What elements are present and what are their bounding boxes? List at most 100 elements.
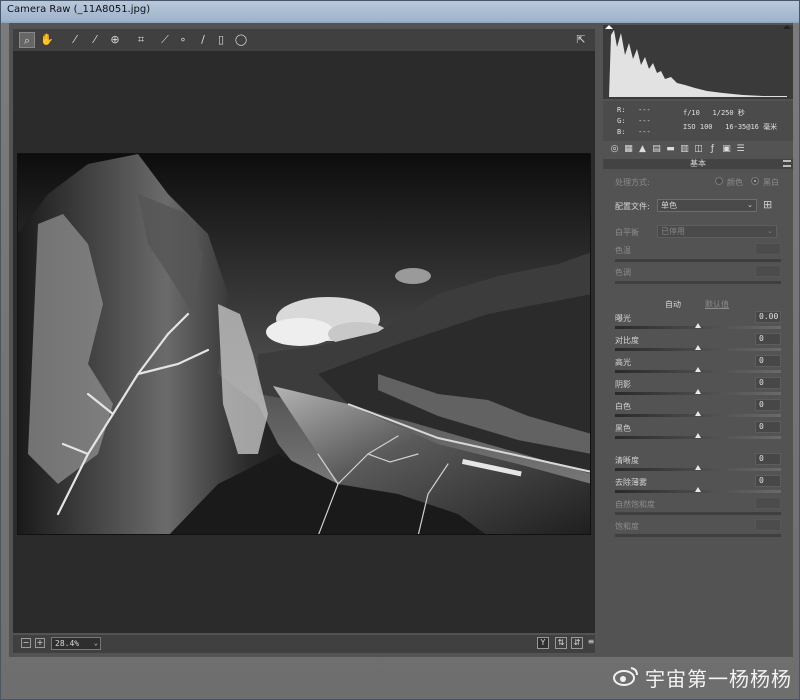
shutter-value: 1/250 秒 <box>712 109 745 117</box>
tab-split-toning-icon[interactable]: ▬ <box>665 143 676 155</box>
slider-thumb[interactable] <box>695 345 701 350</box>
slider-thumb[interactable] <box>695 433 701 438</box>
profile-value: 单色 <box>661 201 677 210</box>
tab-presets-icon[interactable]: ☰ <box>735 143 746 155</box>
panel-tabs: ◎ ▦ ▲ ▤ ▬ ▥ ◫ ƒ ▣ ☰ <box>605 143 791 157</box>
slider-value-field[interactable] <box>755 497 781 509</box>
zoom-tool-icon[interactable]: ⌕ <box>19 32 35 48</box>
slider-label: 去除薄雾 <box>615 478 647 487</box>
tint-label: 色调 <box>615 268 631 277</box>
preview-photo[interactable] <box>17 153 591 535</box>
slider-value-field[interactable]: 0 <box>755 453 781 465</box>
zoom-in-button[interactable]: + <box>35 638 45 648</box>
profile-label: 配置文件: <box>615 202 650 211</box>
tab-hsl-icon[interactable]: ▤ <box>651 143 662 155</box>
tab-calibration-icon[interactable]: ▣ <box>721 143 732 155</box>
histogram-graph <box>605 25 791 97</box>
shadow-clipping-icon <box>605 25 613 29</box>
slider-thumb[interactable] <box>695 465 701 470</box>
fullscreen-toggle-icon[interactable]: ⇱ <box>573 32 589 48</box>
slider-thumb[interactable] <box>695 367 701 372</box>
toggle-settings-icon[interactable]: ≡ <box>585 637 597 649</box>
targeted-adjustment-tool-icon[interactable]: ⊕ <box>107 32 123 48</box>
landscape-photo <box>18 154 590 534</box>
white-balance-value: 已停用 <box>661 227 685 236</box>
slider-value-field[interactable]: 0 <box>755 475 781 487</box>
slider-value-field[interactable]: 0 <box>755 333 781 345</box>
copy-settings-icon[interactable]: ⇵ <box>571 637 583 649</box>
slider-value-field[interactable] <box>755 519 781 531</box>
lens-value: 16-35@16 毫米 <box>725 123 778 131</box>
color-radio[interactable] <box>715 177 723 185</box>
profile-select[interactable]: 单色 ⌄ <box>657 199 757 212</box>
zoom-level-value: 28.4% <box>55 639 80 648</box>
slider-thumb[interactable] <box>695 323 701 328</box>
slider-track[interactable] <box>615 512 781 515</box>
hand-tool-icon[interactable]: ✋ <box>39 32 55 48</box>
slider-value-field[interactable]: 0 <box>755 377 781 389</box>
g-value: --- <box>638 117 651 125</box>
white-balance-tool-icon[interactable]: ⁄ <box>67 32 83 48</box>
radial-filter-icon[interactable]: ◯ <box>233 32 249 48</box>
exif-readout: f/10 1/250 秒 ISO 100 16-35@16 毫米 <box>683 106 777 134</box>
white-balance-select[interactable]: 已停用 ⌄ <box>657 225 777 238</box>
slider-thumb[interactable] <box>695 411 701 416</box>
tab-fx-icon[interactable]: ƒ <box>707 143 718 155</box>
color-sampler-tool-icon[interactable]: ⁄ <box>87 32 103 48</box>
color-option-label: 颜色 <box>727 178 743 187</box>
spot-removal-tool-icon[interactable]: ∘ <box>175 32 191 48</box>
zoom-level-select[interactable]: 28.4% ⌄ <box>51 637 101 650</box>
slider-value-field[interactable]: 0 <box>755 421 781 433</box>
b-value: --- <box>638 128 651 136</box>
tint-slider[interactable] <box>615 281 781 284</box>
temp-slider[interactable] <box>615 259 781 262</box>
slider-label: 自然饱和度 <box>615 500 655 509</box>
slider-thumb[interactable] <box>695 487 701 492</box>
zoom-out-button[interactable]: − <box>21 638 31 648</box>
highlight-clipping-icon <box>783 25 791 29</box>
swap-settings-icon[interactable]: ⇅ <box>555 637 567 649</box>
tab-tone-curve-icon[interactable]: ▦ <box>623 143 634 155</box>
adjustment-brush-icon[interactable]: / <box>195 32 211 48</box>
slider-label: 白色 <box>615 402 631 411</box>
slider-track[interactable] <box>615 534 781 537</box>
tab-effects-icon[interactable]: ◫ <box>693 143 704 155</box>
graduated-filter-icon[interactable]: ▯ <box>213 32 229 48</box>
auto-link[interactable]: 自动 <box>665 299 681 310</box>
section-title: 基本 <box>690 159 706 168</box>
tool-bar: ⌕ ✋ ⁄ ⁄ ⊕ ⌗ ⟋ ∘ / ▯ ◯ ⇱ <box>13 29 595 51</box>
straighten-tool-icon[interactable]: ⟋ <box>157 32 173 48</box>
crop-tool-icon[interactable]: ⌗ <box>133 32 149 48</box>
preview-area: ⌕ ✋ ⁄ ⁄ ⊕ ⌗ ⟋ ∘ / ▯ ◯ ⇱ − + 28.4% ⌄ Y ⇅ … <box>9 23 599 657</box>
chevron-down-icon: ⌄ <box>747 201 753 209</box>
b-label: B: <box>617 128 626 136</box>
before-after-toggle[interactable]: Y <box>537 637 549 649</box>
slider-value-field[interactable]: 0.00 <box>755 311 781 323</box>
bw-option-label: 黑白 <box>763 178 779 187</box>
tab-basic-icon[interactable]: ◎ <box>609 143 620 155</box>
adjustment-panel: R: --- G: --- B: --- f/10 1/250 秒 ISO 10… <box>603 23 793 657</box>
bw-radio[interactable] <box>751 177 759 185</box>
tint-value[interactable] <box>755 265 781 277</box>
tab-detail-icon[interactable]: ▲ <box>637 143 648 155</box>
default-link[interactable]: 默认值 <box>705 299 729 310</box>
profile-browser-icon[interactable]: ⊞ <box>763 199 775 211</box>
chevron-down-icon: ⌄ <box>93 639 98 647</box>
treatment-label: 处理方式: <box>615 178 650 187</box>
slider-value-field[interactable]: 0 <box>755 399 781 411</box>
slider-label: 清晰度 <box>615 456 639 465</box>
slider-thumb[interactable] <box>695 389 701 394</box>
section-menu-icon[interactable] <box>783 160 791 167</box>
iso-value: ISO 100 <box>683 123 713 131</box>
slider-label: 对比度 <box>615 336 639 345</box>
chevron-down-icon: ⌄ <box>767 227 773 235</box>
main-frame: ⌕ ✋ ⁄ ⁄ ⊕ ⌗ ⟋ ∘ / ▯ ◯ ⇱ − + 28.4% ⌄ Y ⇅ … <box>9 23 793 657</box>
histogram <box>603 25 793 99</box>
temp-value[interactable] <box>755 243 781 255</box>
slider-value-field[interactable]: 0 <box>755 355 781 367</box>
r-value: --- <box>638 106 651 114</box>
tab-lens-icon[interactable]: ▥ <box>679 143 690 155</box>
r-label: R: <box>617 106 626 114</box>
preview-bottom-bar: − + 28.4% ⌄ Y ⇅ ⇵ ≡ <box>13 635 595 653</box>
white-balance-label: 白平衡 <box>615 228 639 237</box>
